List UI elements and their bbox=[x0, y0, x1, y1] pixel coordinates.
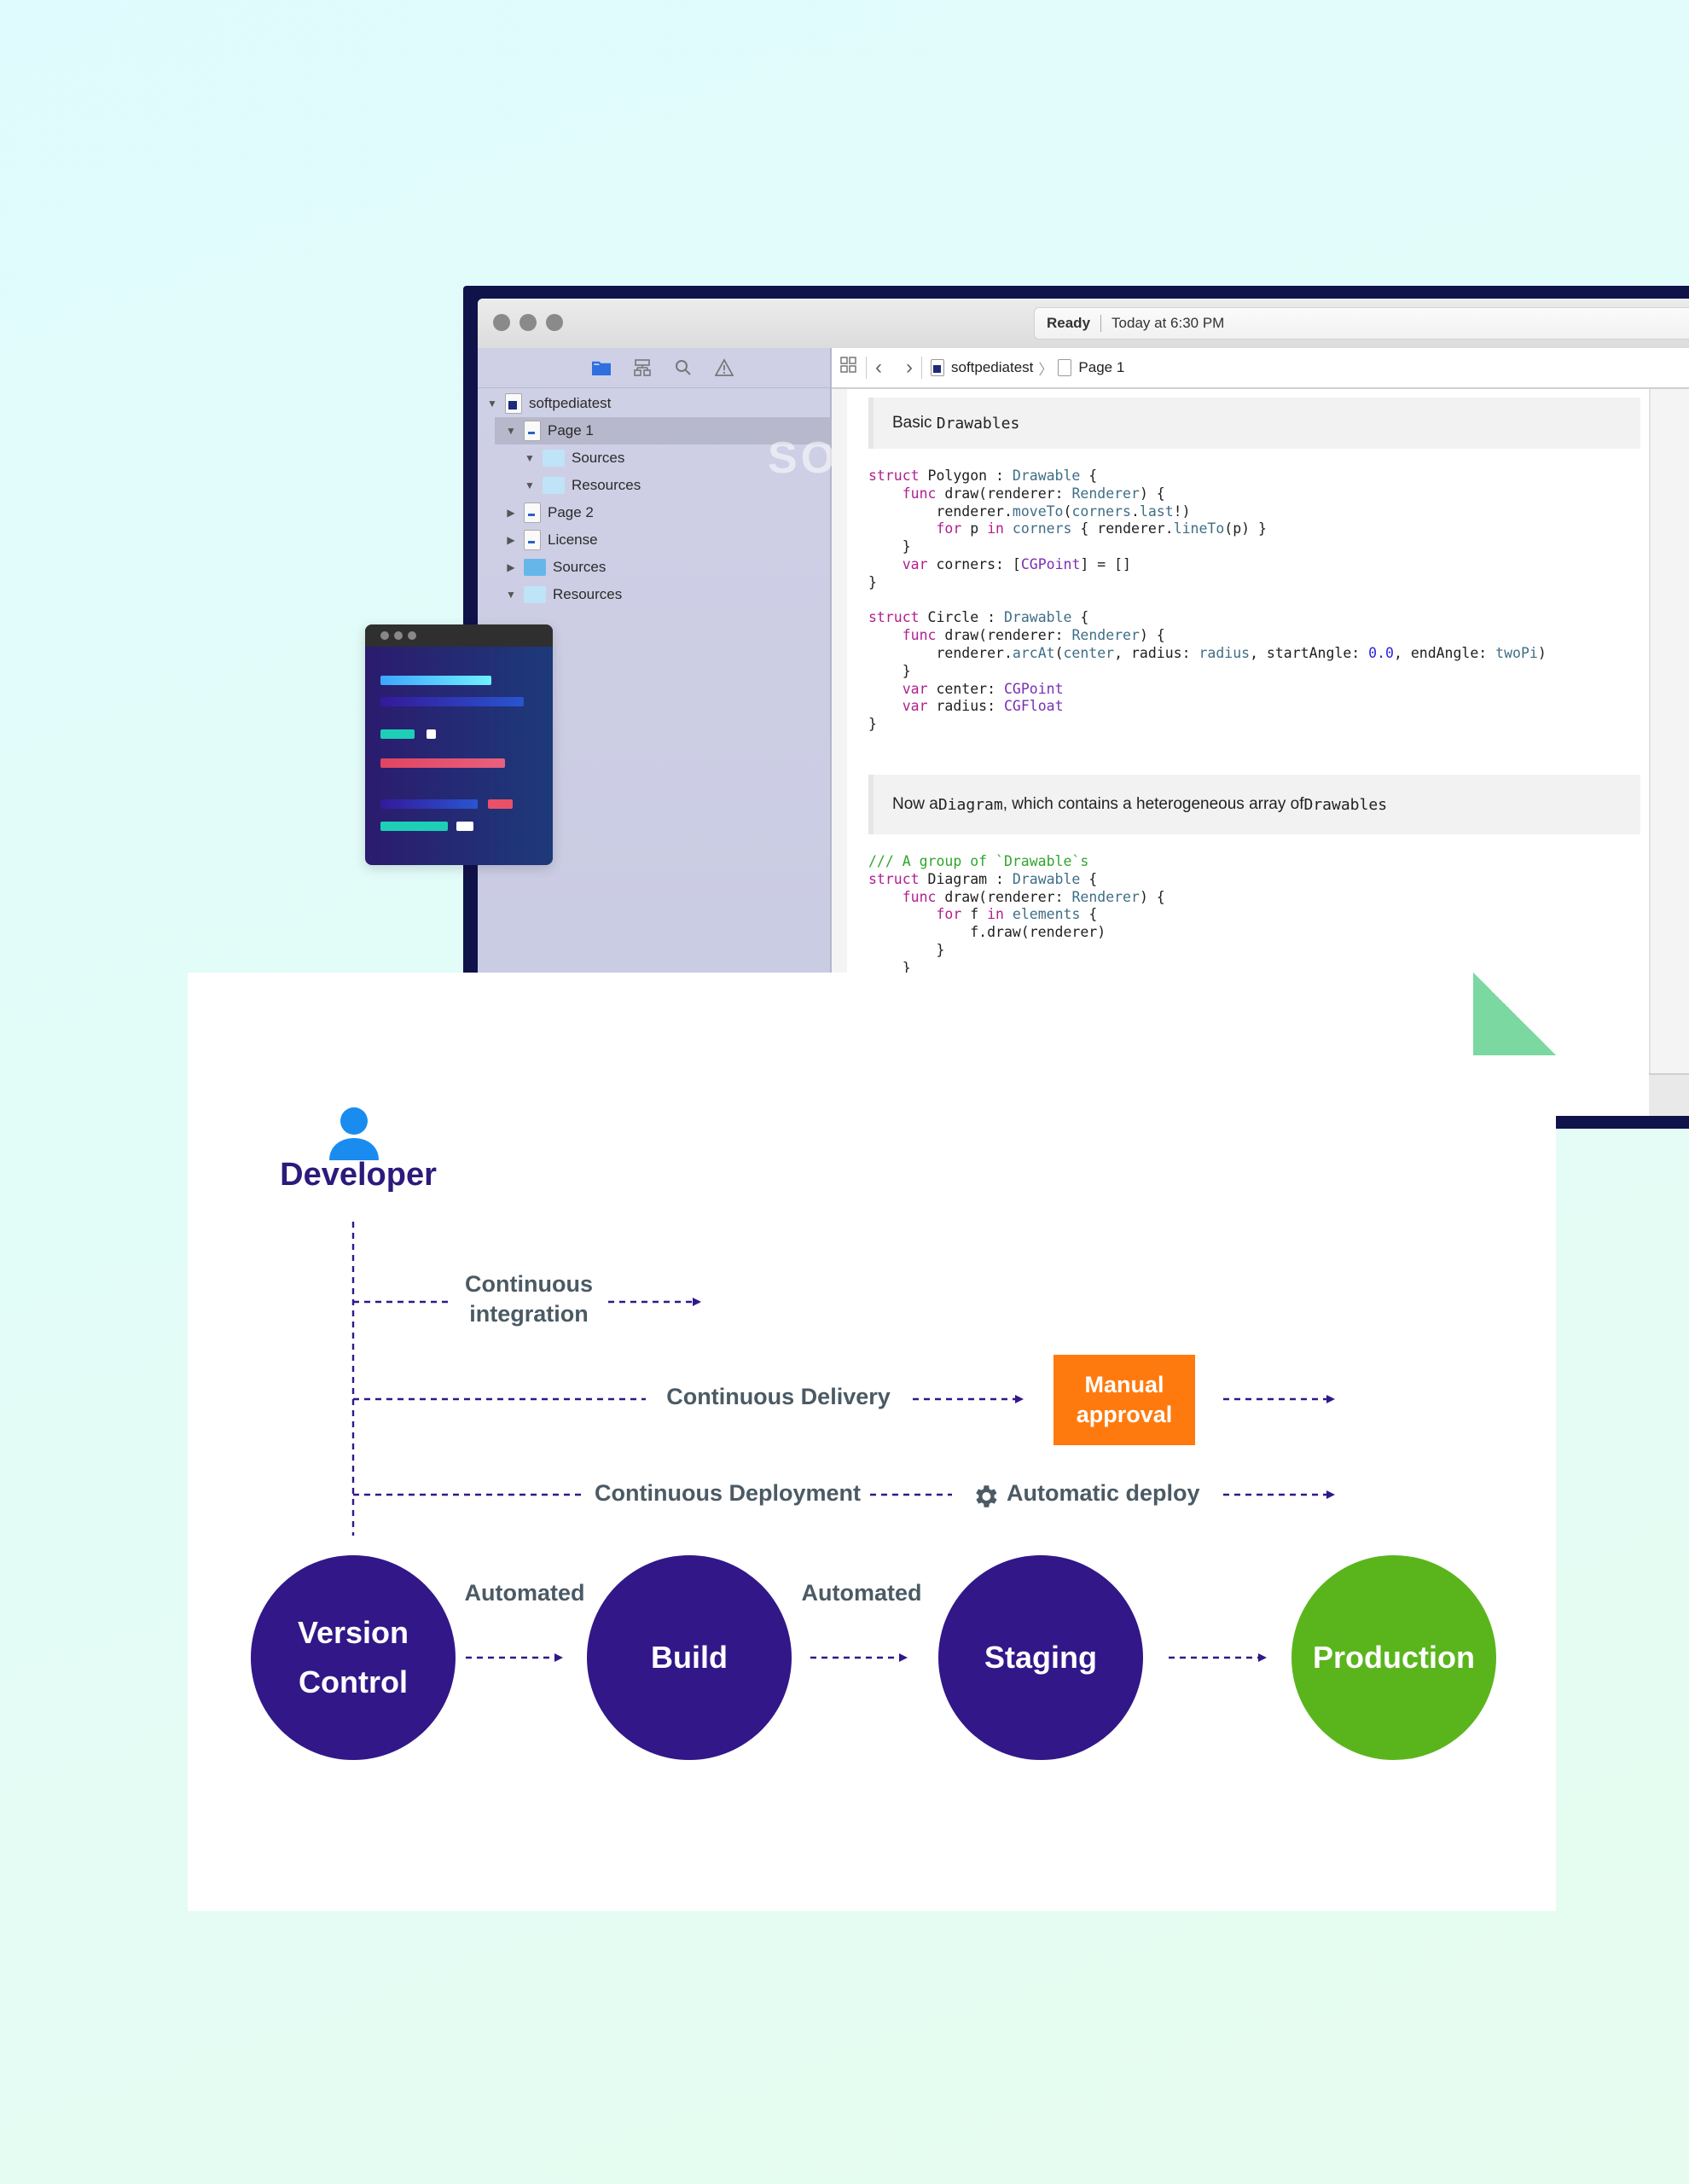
tree-item-label: softpediatest bbox=[529, 395, 612, 411]
code-line-bar bbox=[456, 822, 473, 831]
results-sidebar bbox=[1649, 389, 1689, 1116]
tree-item-label: Resources bbox=[553, 586, 623, 602]
activity-status: Ready Today at 6:30 PM bbox=[1034, 307, 1689, 340]
tree-item-label: Sources bbox=[572, 450, 625, 466]
status-time: Today at 6:30 PM bbox=[1111, 315, 1225, 331]
breadcrumb-chevron-icon: 〉 bbox=[1038, 361, 1053, 378]
tree-item-label: Page 2 bbox=[548, 504, 594, 520]
doc-text: Now a bbox=[892, 795, 938, 813]
disclosure-triangle-icon[interactable]: ▼ bbox=[524, 479, 536, 491]
code-line-bar bbox=[380, 822, 448, 831]
project-icon bbox=[505, 393, 522, 414]
doc-code-term: Diagram bbox=[937, 795, 1003, 814]
tree-item-page1-resources[interactable]: ▼ Resources bbox=[478, 472, 830, 499]
navigator-toolbar bbox=[478, 348, 830, 388]
folder-icon bbox=[543, 477, 565, 494]
editor-jump-bar: ‹ › softpediatest 〉 Page 1 bbox=[832, 348, 1689, 389]
zoom-window-button[interactable] bbox=[546, 314, 563, 331]
warning-icon[interactable] bbox=[713, 357, 735, 379]
disclosure-triangle-icon[interactable]: ▼ bbox=[505, 425, 517, 437]
folder-icon bbox=[524, 559, 546, 576]
project-icon bbox=[931, 359, 944, 376]
toolbar-separator bbox=[921, 357, 922, 379]
code-line-bar bbox=[380, 729, 415, 739]
tree-item-resources[interactable]: ▼ Resources bbox=[478, 581, 830, 608]
automatic-deploy-label: Automatic deploy bbox=[1007, 1480, 1200, 1506]
code-polygon: struct Polygon : Drawable { func draw(re… bbox=[868, 468, 1547, 733]
gear-icon bbox=[976, 1485, 997, 1507]
code-line-bar bbox=[380, 758, 505, 768]
folder-icon[interactable] bbox=[590, 357, 612, 379]
cdelivery-label: Continuous Delivery bbox=[666, 1384, 891, 1409]
page-fold-corner bbox=[1473, 973, 1556, 1055]
breadcrumb-project[interactable]: softpediatest bbox=[951, 359, 1033, 376]
doc-text: Basic bbox=[892, 414, 932, 432]
disclosure-triangle-icon[interactable]: ▶ bbox=[505, 561, 517, 573]
code-line-bar bbox=[380, 676, 491, 685]
forward-chevron-icon[interactable]: › bbox=[906, 356, 913, 380]
tree-item-sources[interactable]: ▶ Sources bbox=[478, 554, 830, 581]
toolbar-separator bbox=[866, 357, 867, 379]
tree-item-label: License bbox=[548, 531, 598, 548]
debug-bar bbox=[1649, 1073, 1689, 1116]
stage-build: Build bbox=[587, 1555, 792, 1760]
tree-item-label: Sources bbox=[553, 559, 607, 575]
minimize-window-button[interactable] bbox=[519, 314, 537, 331]
breadcrumb-page[interactable]: Page 1 bbox=[1078, 359, 1124, 376]
doc-text: , which contains a heterogeneous array o… bbox=[1002, 795, 1304, 813]
automated-label-2: Automated bbox=[801, 1580, 922, 1606]
stage-staging: Staging bbox=[938, 1555, 1143, 1760]
tree-item-license[interactable]: ▶ License bbox=[478, 526, 830, 554]
doc-code-term: Drawables bbox=[1303, 795, 1388, 814]
developer-label: Developer bbox=[280, 1157, 437, 1193]
tree-item-page-1[interactable]: ▼ Page 1 bbox=[495, 417, 830, 444]
status-separator bbox=[1100, 315, 1102, 332]
cicd-diagram-card bbox=[188, 973, 1556, 1911]
playground-page-icon bbox=[524, 502, 541, 523]
code-line-bar bbox=[380, 799, 478, 809]
developer-person-icon bbox=[329, 1107, 379, 1160]
disclosure-triangle-icon[interactable]: ▶ bbox=[505, 507, 517, 519]
tree-item-label: Page 1 bbox=[548, 422, 594, 439]
tree-item-page-2[interactable]: ▶ Page 2 bbox=[478, 499, 830, 526]
code-line-bar bbox=[488, 799, 513, 809]
doc-comment-basic-drawables: Basic Drawables bbox=[868, 398, 1640, 449]
search-icon[interactable] bbox=[672, 357, 694, 379]
automated-label-1: Automated bbox=[464, 1580, 585, 1606]
tree-item-project[interactable]: ▼ softpediatest bbox=[478, 390, 830, 417]
file-tree: ▼ softpediatest ▼ Page 1 ▼ Sources ▼ Res… bbox=[478, 388, 1049, 608]
disclosure-triangle-icon[interactable]: ▼ bbox=[486, 398, 498, 410]
playground-page-icon bbox=[524, 530, 541, 550]
playground-page-icon bbox=[524, 421, 541, 441]
ci-label: Continuous integration bbox=[465, 1271, 593, 1327]
back-chevron-icon[interactable]: ‹ bbox=[875, 356, 882, 380]
code-line-bar bbox=[427, 729, 436, 739]
folder-icon bbox=[524, 586, 546, 603]
code-window-illustration bbox=[365, 624, 553, 865]
playground-page-icon bbox=[1058, 359, 1072, 376]
window-dot-icon bbox=[394, 631, 403, 640]
cdeploy-label: Continuous Deployment bbox=[595, 1480, 861, 1506]
disclosure-triangle-icon[interactable]: ▼ bbox=[524, 452, 536, 464]
folder-icon bbox=[543, 450, 565, 467]
doc-comment-diagram: Now a Diagram, which contains a heteroge… bbox=[868, 775, 1640, 834]
title-bar: Ready Today at 6:30 PM bbox=[478, 299, 1689, 349]
grid-icon[interactable] bbox=[840, 357, 857, 379]
mini-title-bar bbox=[365, 624, 553, 647]
doc-code-term: Drawables bbox=[936, 414, 1020, 433]
stage-version-control: Version Control bbox=[251, 1555, 456, 1760]
tree-item-page1-sources[interactable]: ▼ Sources bbox=[478, 444, 830, 472]
disclosure-triangle-icon[interactable]: ▼ bbox=[505, 589, 517, 601]
disclosure-triangle-icon[interactable]: ▶ bbox=[505, 534, 517, 546]
window-dot-icon bbox=[408, 631, 416, 640]
close-window-button[interactable] bbox=[493, 314, 510, 331]
code-line-bar bbox=[380, 697, 524, 706]
stage-production: Production bbox=[1291, 1555, 1496, 1760]
tree-item-label: Resources bbox=[572, 477, 641, 493]
hierarchy-icon[interactable] bbox=[631, 357, 653, 379]
manual-approval-box: Manual approval bbox=[1053, 1355, 1195, 1445]
status-state: Ready bbox=[1047, 315, 1091, 331]
window-dot-icon bbox=[380, 631, 389, 640]
